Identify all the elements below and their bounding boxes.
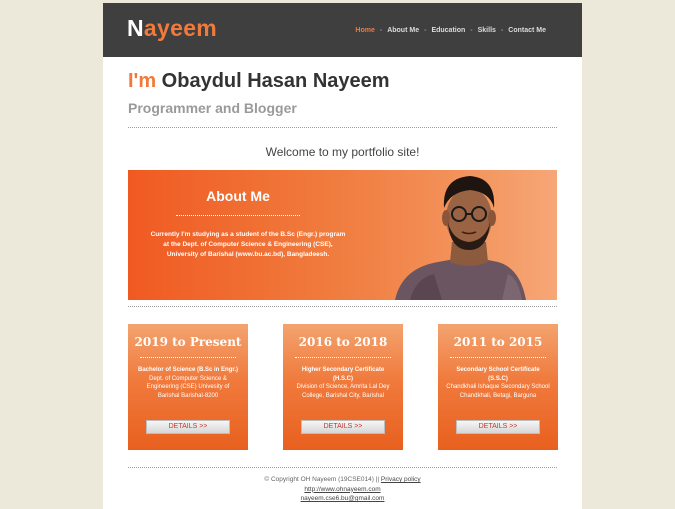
nav-contact-me[interactable]: Contact Me	[508, 27, 546, 34]
card-divider	[450, 357, 546, 358]
privacy-policy-link[interactable]: Privacy policy	[381, 476, 421, 483]
card-years: 2019 to Present	[134, 335, 242, 349]
hero-subtitle: Programmer and Blogger	[128, 100, 297, 116]
nav-separator: -	[379, 27, 383, 34]
card-body: Bachelor of Science (B.Sc in Engr.) Dept…	[136, 366, 240, 400]
email-link[interactable]: nayeem.cse6.bu@gmail.com	[301, 495, 385, 502]
nav-skills[interactable]: Skills	[478, 27, 496, 34]
profile-photo	[390, 170, 557, 300]
education-card: 2019 to Present Bachelor of Science (B.S…	[128, 324, 248, 450]
card-degree: Secondary School Certificate (S.S.C)	[456, 367, 540, 382]
card-details: Chandkhali Ishaque Secondary School Chan…	[446, 384, 550, 399]
about-divider	[176, 215, 300, 216]
about-text: Currently I'm studying as a student of t…	[150, 231, 346, 258]
site-logo[interactable]: Nayeem	[127, 15, 217, 42]
about-me-banner: About Me Currently I'm studying as a stu…	[128, 170, 557, 300]
divider	[128, 467, 557, 468]
top-navigation-bar: Nayeem Home - About Me - Education - Ski…	[103, 3, 582, 57]
card-details: Dept. of Computer Science & Engineering …	[146, 375, 230, 399]
footer: © Copyright OH Nayeem (19CSE014) || Priv…	[128, 475, 557, 504]
divider	[128, 306, 557, 307]
card-divider	[295, 357, 391, 358]
details-button[interactable]: DETAILS >>	[146, 420, 230, 434]
education-card: 2011 to 2015 Secondary School Certificat…	[438, 324, 558, 450]
nav-separator: -	[470, 27, 473, 34]
card-body: Higher Secondary Certificate (H.S.C) Div…	[291, 366, 395, 400]
nav-about-me[interactable]: About Me	[387, 27, 419, 34]
website-link[interactable]: http://www.ohnayeem.com	[304, 486, 380, 493]
education-cards: 2019 to Present Bachelor of Science (B.S…	[128, 324, 558, 451]
hero-im: I'm	[128, 70, 157, 92]
hero-name: Obaydul Hasan Nayeem	[161, 70, 390, 92]
card-degree: Higher Secondary Certificate (H.S.C)	[301, 367, 385, 382]
logo-rest: ayeem	[143, 15, 218, 41]
details-button[interactable]: DETAILS >>	[456, 420, 540, 434]
card-body: Secondary School Certificate (S.S.C) Cha…	[446, 366, 550, 400]
education-card: 2016 to 2018 Higher Secondary Certificat…	[283, 324, 403, 450]
nav-separator: -	[500, 27, 504, 34]
hero-heading: I'm Obaydul Hasan Nayeem	[128, 70, 390, 93]
logo-first-letter: N	[127, 15, 144, 41]
card-divider	[140, 357, 236, 358]
card-details: Division of Science, Amrita Lal Dey Coll…	[296, 384, 390, 399]
details-button[interactable]: DETAILS >>	[301, 420, 385, 434]
divider	[128, 127, 557, 128]
page-container: Nayeem Home - About Me - Education - Ski…	[103, 3, 582, 509]
welcome-message: Welcome to my portfolio site!	[265, 145, 420, 159]
about-title: About Me	[206, 188, 270, 204]
card-years: 2016 to 2018	[298, 335, 388, 349]
footer-copyright: © Copyright OH Nayeem (19CSE014) ||	[264, 476, 380, 483]
card-years: 2011 to 2015	[453, 335, 543, 349]
card-degree: Bachelor of Science (B.Sc in Engr.)	[137, 367, 239, 373]
nav-education[interactable]: Education	[431, 27, 465, 34]
nav-separator: -	[424, 27, 427, 34]
nav-home[interactable]: Home	[355, 27, 374, 34]
main-nav: Home - About Me - Education - Skills - C…	[355, 27, 546, 34]
